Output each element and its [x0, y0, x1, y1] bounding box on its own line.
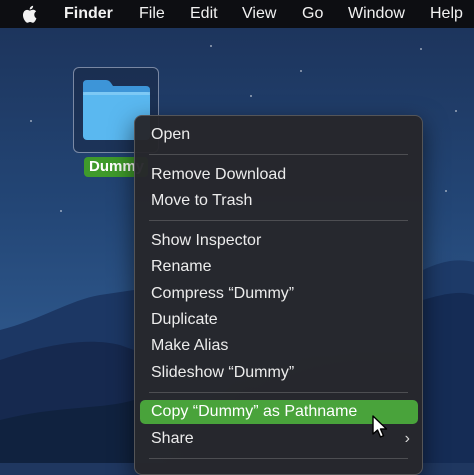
menu-item-share-label: Share: [151, 430, 194, 447]
menu-item-open[interactable]: Open: [140, 123, 418, 147]
menu-item-move-to-trash[interactable]: Move to Trash: [140, 189, 418, 213]
menu-view[interactable]: View: [242, 5, 276, 23]
menu-window[interactable]: Window: [348, 5, 405, 23]
menu-finder[interactable]: Finder: [64, 5, 113, 23]
menu-bar: Finder File Edit View Go Window Help: [0, 0, 474, 28]
menu-item-duplicate[interactable]: Duplicate: [140, 308, 418, 332]
menu-separator: [149, 392, 408, 393]
apple-logo-icon[interactable]: [22, 4, 39, 24]
menu-item-show-inspector[interactable]: Show Inspector: [140, 229, 418, 253]
menu-item-slideshow[interactable]: Slideshow “Dummy”: [140, 361, 418, 385]
menu-item-compress[interactable]: Compress “Dummy”: [140, 282, 418, 306]
menu-item-rename[interactable]: Rename: [140, 255, 418, 279]
menu-separator: [149, 220, 408, 221]
mouse-pointer-icon: [372, 415, 388, 438]
menu-help[interactable]: Help: [430, 5, 463, 23]
chevron-right-icon: ›: [404, 430, 410, 447]
menu-separator: [149, 154, 408, 155]
menu-go[interactable]: Go: [302, 5, 323, 23]
menu-separator: [149, 458, 408, 459]
menu-item-remove-download[interactable]: Remove Download: [140, 163, 418, 187]
menu-edit[interactable]: Edit: [190, 5, 218, 23]
menu-item-make-alias[interactable]: Make Alias: [140, 334, 418, 358]
menu-file[interactable]: File: [139, 5, 165, 23]
